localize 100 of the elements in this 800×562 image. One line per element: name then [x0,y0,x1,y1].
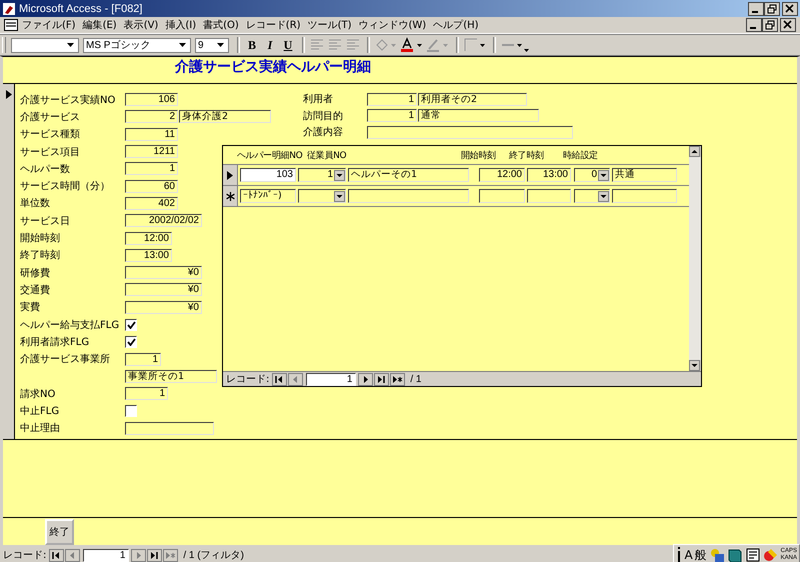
input-field[interactable]: 103 [240,168,296,182]
line-color-icon[interactable] [426,37,450,53]
input-field[interactable]: 402 [125,196,178,210]
vertical-scrollbar[interactable] [689,146,701,371]
input-field[interactable] [125,422,214,435]
first-record-icon[interactable] [272,372,288,386]
menu-item[interactable]: ファイル(F) [22,18,76,32]
bold-button[interactable]: B [244,38,260,52]
menu-item[interactable]: ヘルプ(H) [433,18,479,32]
input-field[interactable]: 1 [367,109,417,122]
dropdown-arrow-icon [67,42,76,48]
scroll-up-icon[interactable] [689,146,700,157]
field-label: 利用者請求FLG [20,336,90,349]
input-field[interactable]: ヘルパーその1 [348,168,469,182]
menu-item[interactable]: 編集(E) [82,18,117,32]
dropdown-arrow-icon [217,42,226,48]
input-field[interactable]: 共通 [612,168,677,182]
info-icon[interactable] [676,546,682,562]
form-icon [4,19,18,31]
menu-item[interactable]: 表示(V) [124,18,158,32]
record-number-field[interactable]: 1 [306,372,356,386]
input-field[interactable]: 1 [125,352,161,366]
input-field[interactable]: 106 [125,93,178,106]
record-selector[interactable] [3,84,15,439]
input-field[interactable]: 1211 [125,145,178,158]
current-record-icon [6,90,12,99]
pad-icon[interactable] [744,547,761,562]
input-field[interactable]: ¥0 [125,300,202,314]
minimize-icon[interactable] [746,18,762,32]
input-field[interactable]: ¥0 [125,266,202,280]
input-field[interactable]: 身体介護2 [179,110,271,124]
input-field[interactable]: ｰﾄﾅﾝﾊﾞｰ) [240,189,296,203]
exit-button[interactable]: 終了 [45,519,74,545]
field-label: サービス時間（分） [20,180,111,194]
first-record-icon[interactable] [49,548,64,562]
menu-item[interactable]: 書式(O) [203,18,239,32]
combo-field[interactable] [298,189,346,203]
restore-icon[interactable] [764,2,780,16]
border-icon[interactable] [463,37,487,53]
input-field[interactable] [479,189,525,203]
input-field[interactable] [527,189,571,203]
input-field[interactable]: 通常 [418,109,539,122]
input-field[interactable]: ¥0 [125,283,202,296]
field-label: 終了時刻 [20,248,61,262]
input-field[interactable]: 2 [125,110,178,124]
field-label: 開始時刻 [20,232,61,246]
record-selector[interactable] [223,165,238,185]
input-field[interactable]: 事業所その1 [125,370,217,383]
input-field[interactable]: 13:00 [125,248,172,262]
field-label: 介護サービス実績NO [20,94,116,107]
input-field[interactable]: 12:00 [125,232,172,245]
input-field[interactable]: 1 [125,387,168,400]
input-field[interactable] [348,189,469,203]
font-name-combo[interactable]: MS Pゴシック [83,38,191,52]
font-size-combo[interactable]: 9 [195,38,229,52]
dropdown-arrow-icon [179,42,188,48]
checkbox[interactable] [125,318,137,330]
input-field[interactable]: 13:00 [527,168,571,182]
input-field[interactable]: 11 [125,128,178,141]
close-icon[interactable] [780,18,796,32]
combo-field[interactable]: 0 [574,168,610,182]
minimize-icon[interactable] [748,2,764,16]
input-field[interactable]: 60 [125,180,178,193]
last-record-icon[interactable] [147,548,162,562]
menu-item[interactable]: 挿入(I) [165,18,196,32]
input-mode-button[interactable]: A [684,548,693,562]
italic-button[interactable]: I [262,38,278,52]
underline-button[interactable]: U [280,38,296,52]
field-label: 研修費 [20,266,51,280]
input-field[interactable]: 1 [125,162,178,176]
combo-field[interactable] [574,189,610,203]
input-field[interactable]: 12:00 [479,168,525,182]
font-color-icon[interactable] [400,37,424,53]
last-record-icon[interactable] [374,372,390,386]
record-number-field[interactable]: 1 [83,548,130,562]
next-record-icon[interactable] [358,372,374,386]
column-header: 終了時刻 [509,150,544,162]
column-header: 開始時刻 [461,150,496,162]
restore-icon[interactable] [762,18,778,32]
field-label: サービス項目 [20,146,81,159]
menu-item[interactable]: ウィンドウ(W) [358,18,426,32]
record-label: レコード: [226,373,270,386]
input-mode-button[interactable]: 般 [694,546,707,562]
input-field[interactable]: 1 [367,92,417,106]
menu-item[interactable]: ツール(T) [308,18,352,32]
record-selector[interactable] [223,186,238,206]
scroll-down-icon[interactable] [689,360,700,371]
combo-field[interactable]: 1 [298,168,346,182]
menu-item[interactable]: レコード(R) [246,18,301,32]
checkbox[interactable] [125,404,137,417]
object-combo[interactable] [11,38,79,52]
field-label: 単位数 [20,197,51,210]
input-field[interactable]: 利用者その2 [418,92,527,106]
close-icon[interactable] [782,2,798,16]
checkbox[interactable] [125,336,137,348]
input-field[interactable] [612,189,677,203]
input-field[interactable]: 2002/02/02 [125,214,202,228]
input-field[interactable] [367,126,573,139]
record-label: レコード: [3,549,46,562]
new-record-icon[interactable] [390,372,406,386]
